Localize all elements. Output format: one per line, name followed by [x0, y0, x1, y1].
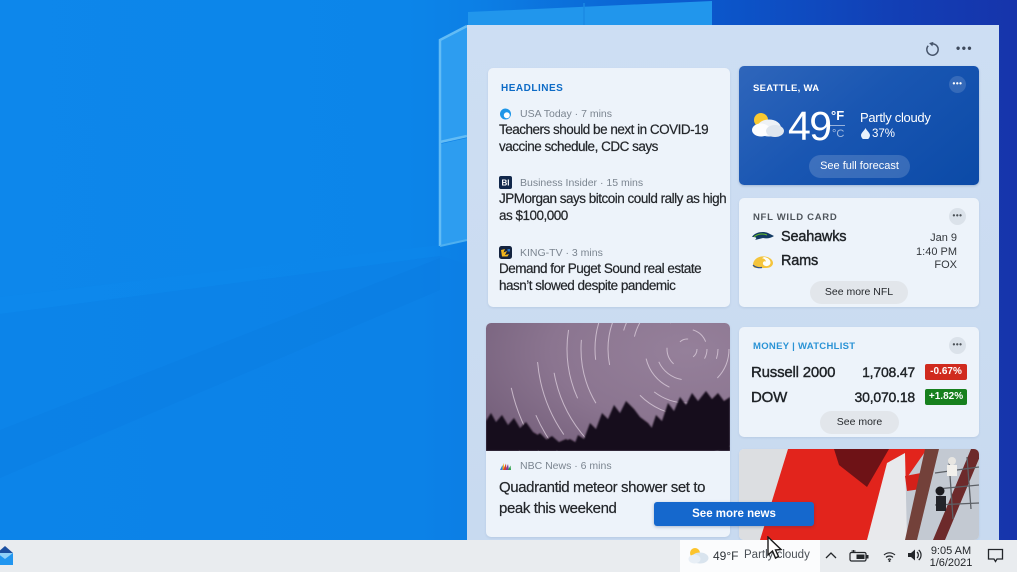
svg-text:BI: BI: [502, 179, 510, 188]
